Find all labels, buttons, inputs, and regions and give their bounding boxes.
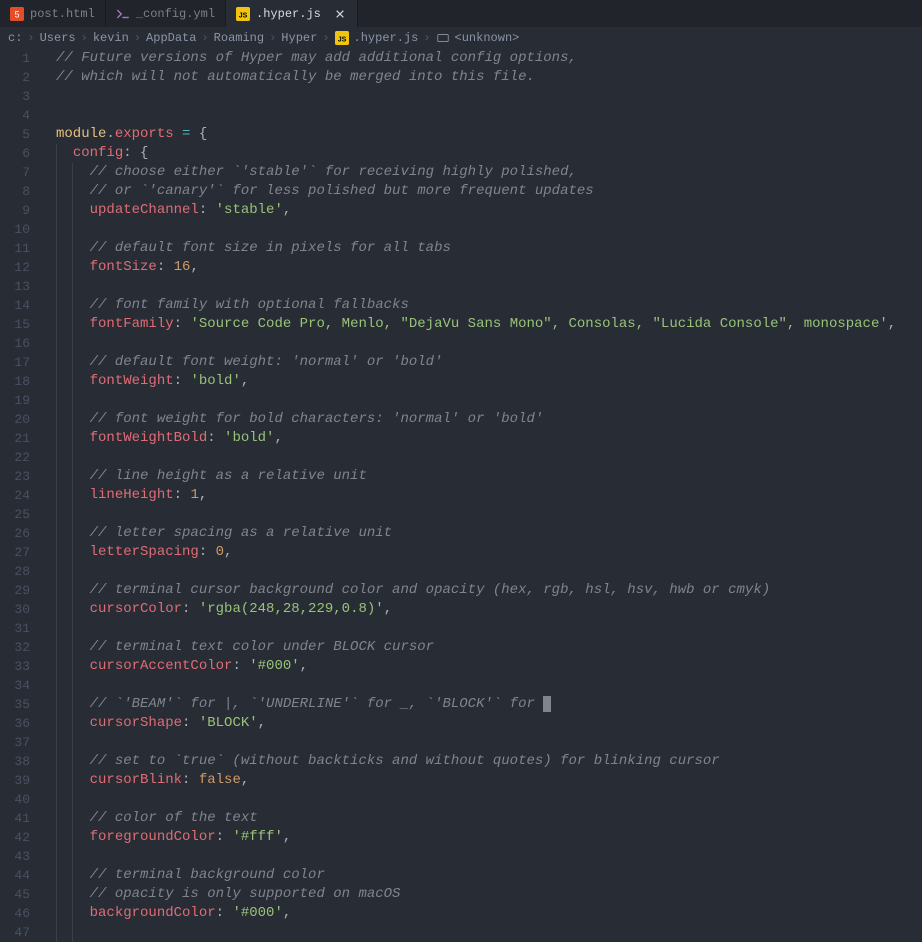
tab-label: _config.yml [136, 7, 215, 21]
symbol-icon [436, 31, 450, 45]
tab-config-yml[interactable]: _config.yml [106, 0, 226, 27]
tab-hyper-js[interactable]: JS .hyper.js [226, 0, 358, 27]
chevron-right-icon: › [27, 31, 34, 45]
breadcrumb-seg[interactable]: kevin [93, 31, 129, 45]
code-editor[interactable]: 1234567891011121314151617181920212223242… [0, 49, 922, 940]
code-area[interactable]: // Future versions of Hyper may add addi… [40, 49, 922, 940]
tab-label: .hyper.js [256, 7, 321, 21]
breadcrumb-seg[interactable]: .hyper.js [354, 31, 419, 45]
chevron-right-icon: › [81, 31, 88, 45]
svg-text:JS: JS [239, 12, 248, 19]
chevron-right-icon: › [269, 31, 276, 45]
tab-post-html[interactable]: 5 post.html [0, 0, 106, 27]
line-number-gutter: 1234567891011121314151617181920212223242… [0, 49, 40, 940]
yml-file-icon [116, 7, 130, 21]
breadcrumb-seg[interactable]: Users [40, 31, 76, 45]
tab-label: post.html [30, 7, 95, 21]
chevron-right-icon: › [423, 31, 430, 45]
js-file-icon: JS [335, 31, 349, 45]
chevron-right-icon: › [134, 31, 141, 45]
breadcrumb-seg[interactable]: c: [8, 31, 22, 45]
html-file-icon: 5 [10, 7, 24, 21]
close-icon[interactable] [333, 7, 347, 21]
svg-text:5: 5 [15, 9, 20, 19]
js-file-icon: JS [236, 7, 250, 21]
svg-text:JS: JS [337, 37, 346, 44]
breadcrumb-seg[interactable]: Roaming [214, 31, 264, 45]
breadcrumb-seg[interactable]: AppData [146, 31, 196, 45]
breadcrumb-seg[interactable]: <unknown> [455, 31, 520, 45]
breadcrumb[interactable]: c: › Users › kevin › AppData › Roaming ›… [0, 27, 922, 49]
chevron-right-icon: › [322, 31, 329, 45]
chevron-right-icon: › [201, 31, 208, 45]
editor-tabs: 5 post.html _config.yml JS .hyper.js [0, 0, 922, 27]
breadcrumb-seg[interactable]: Hyper [281, 31, 317, 45]
